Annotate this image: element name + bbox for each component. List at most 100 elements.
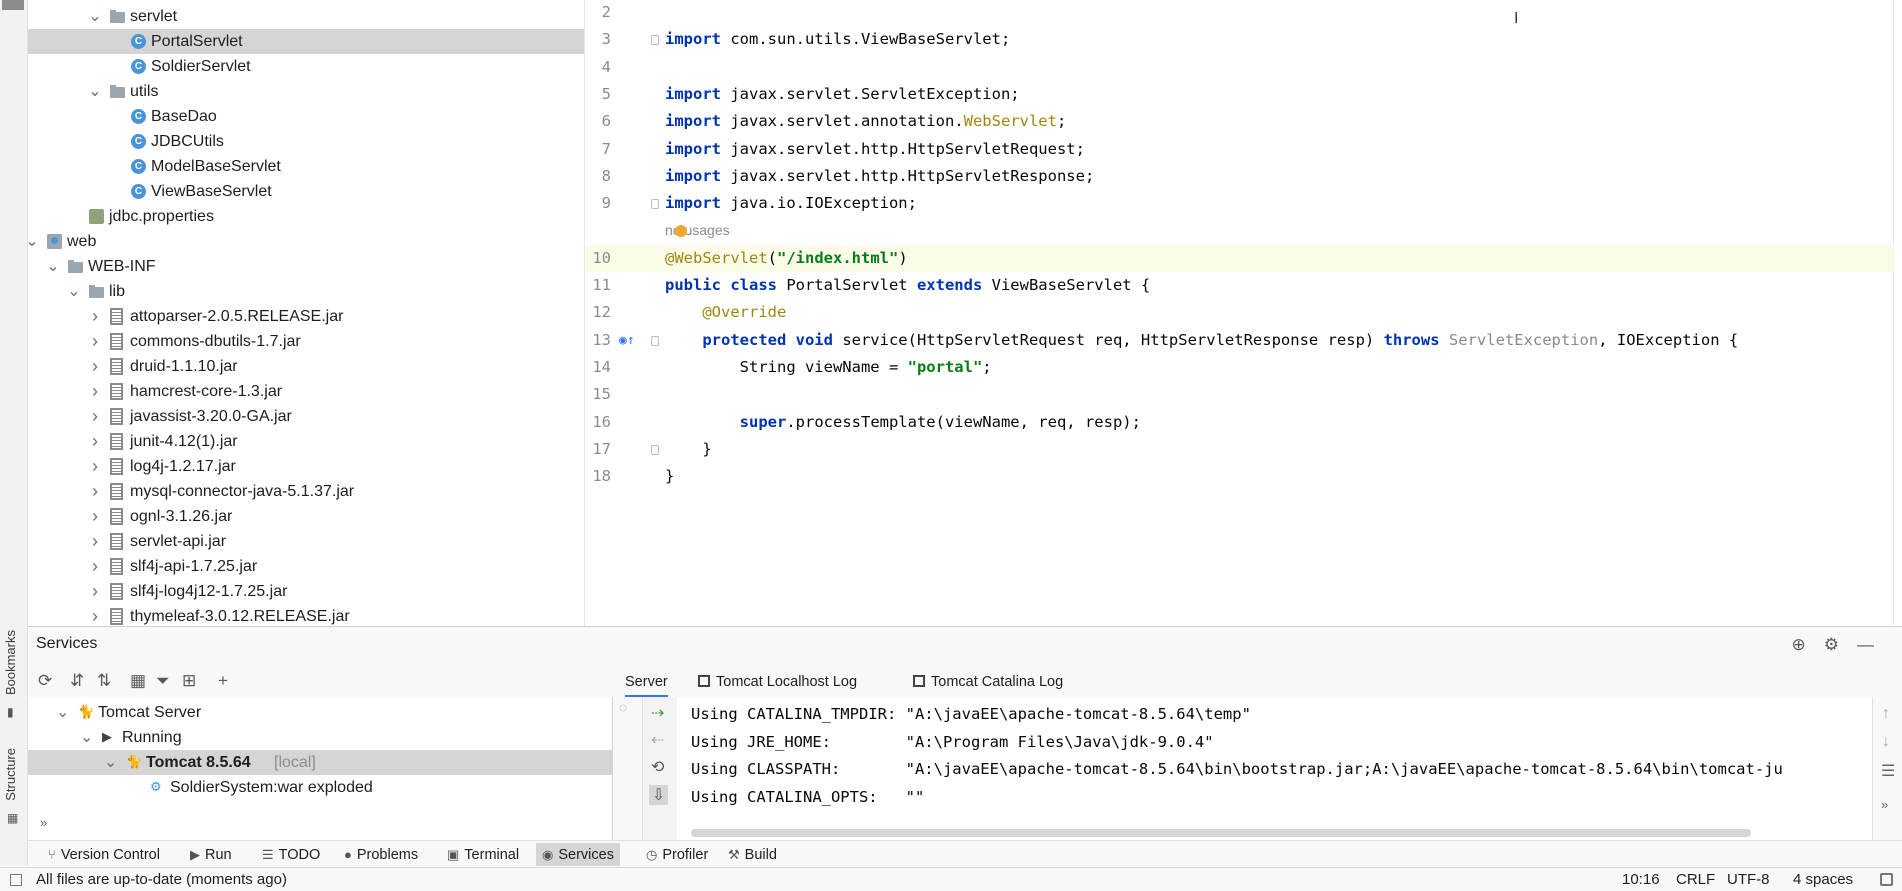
tool-tab-terminal[interactable]: ▣ Terminal bbox=[441, 843, 525, 866]
tree-item[interactable]: C ModelBaseServlet bbox=[28, 154, 584, 179]
status-message[interactable]: All files are up-to-date (moments ago) bbox=[36, 868, 287, 891]
code-line[interactable]: 13 protected void service(HttpServletReq… bbox=[585, 327, 1895, 354]
chevron-right-icon[interactable]: › bbox=[88, 379, 102, 404]
chevron-down-icon[interactable]: ⌄ bbox=[104, 750, 117, 775]
code-line[interactable]: 17 } bbox=[585, 436, 1895, 463]
service-item[interactable]: ⌄ 🐈 Tomcat Server bbox=[28, 700, 613, 725]
tree-item[interactable]: › slf4j-api-1.7.25.jar bbox=[28, 554, 584, 579]
fold-icon[interactable] bbox=[651, 444, 659, 455]
minimize-icon[interactable]: — bbox=[1857, 635, 1892, 654]
tree-item[interactable]: › mysql-connector-java-5.1.37.jar bbox=[28, 479, 584, 504]
tree-item[interactable]: C JDBCUtils bbox=[28, 129, 584, 154]
code-line[interactable]: 5 import javax.servlet.ServletException; bbox=[585, 81, 1895, 108]
collapse-all-icon[interactable]: ⇅ bbox=[97, 671, 111, 691]
code-line[interactable]: 4 bbox=[585, 54, 1895, 81]
indent-setting[interactable]: 4 spaces bbox=[1793, 868, 1853, 891]
tool-tab-profiler[interactable]: ◷ Profiler bbox=[640, 843, 714, 866]
chevron-right-icon[interactable]: › bbox=[88, 429, 102, 454]
code-line[interactable]: 9 import java.io.IOException; bbox=[585, 190, 1895, 217]
chevron-down-icon[interactable]: ⌄ bbox=[28, 229, 39, 254]
code-line[interactable]: 16 super.processTemplate(viewName, req, … bbox=[585, 409, 1895, 436]
chevron-right-icon[interactable]: › bbox=[88, 604, 102, 626]
tree-item[interactable]: › log4j-1.2.17.jar bbox=[28, 454, 584, 479]
override-icon[interactable]: ◉↑ bbox=[619, 327, 635, 354]
more-actions-icon[interactable]: » bbox=[40, 815, 47, 830]
filter-icon[interactable]: ⏷ bbox=[156, 671, 170, 691]
fold-icon[interactable] bbox=[651, 35, 659, 46]
tree-item[interactable]: C PortalServlet bbox=[28, 29, 584, 54]
new-tab-icon[interactable]: ⊞ bbox=[182, 671, 196, 691]
tool-tab-run[interactable]: ▶ Run bbox=[184, 843, 238, 866]
code-line[interactable]: 7 import javax.servlet.http.HttpServletRe… bbox=[585, 136, 1895, 163]
tree-item[interactable]: ⌄ utils bbox=[28, 79, 584, 104]
chevron-down-icon[interactable]: ⌄ bbox=[67, 279, 81, 304]
chevron-down-icon[interactable]: ⌄ bbox=[56, 700, 69, 725]
update-icon[interactable]: ⟲ bbox=[651, 757, 664, 777]
tree-item[interactable]: ⌄ servlet bbox=[28, 4, 584, 29]
chevron-right-icon[interactable]: › bbox=[88, 529, 102, 554]
chevron-down-icon[interactable]: ⌄ bbox=[80, 725, 93, 750]
tab-tomcat-localhost-log[interactable]: Tomcat Localhost Log bbox=[698, 667, 857, 697]
arrow-down-icon[interactable]: ↓ bbox=[1882, 733, 1890, 751]
tree-item[interactable]: › servlet-api.jar bbox=[28, 529, 584, 554]
code-line[interactable]: 6 import javax.servlet.annotation.WebServ… bbox=[585, 108, 1895, 135]
more-icon[interactable]: » bbox=[1881, 797, 1888, 812]
file-encoding[interactable]: UTF-8 bbox=[1727, 868, 1770, 891]
tool-tab-services[interactable]: ◉ Services bbox=[536, 843, 620, 866]
undeploy-icon[interactable]: ⇠ bbox=[651, 730, 664, 750]
tree-item[interactable]: ⌄ lib bbox=[28, 279, 584, 304]
chevron-right-icon[interactable]: › bbox=[88, 554, 102, 579]
tree-item[interactable]: C SoldierServlet bbox=[28, 54, 584, 79]
tree-item[interactable]: › druid-1.1.10.jar bbox=[28, 354, 584, 379]
line-separator[interactable]: CRLF bbox=[1676, 868, 1715, 891]
chevron-right-icon[interactable]: › bbox=[88, 404, 102, 429]
tree-item[interactable]: › thymeleaf-3.0.12.RELEASE.jar bbox=[28, 604, 584, 626]
tool-tab-build[interactable]: ⚒ Build bbox=[722, 843, 783, 866]
chevron-down-icon[interactable]: ⌄ bbox=[88, 79, 102, 104]
tree-item[interactable]: ⌄ WEB-INF bbox=[28, 254, 584, 279]
tree-item[interactable]: › junit-4.12(1).jar bbox=[28, 429, 584, 454]
chevron-down-icon[interactable]: ⌄ bbox=[88, 4, 102, 29]
console-hscrollbar[interactable] bbox=[691, 829, 1751, 837]
code-line[interactable]: 10 @WebServlet("/index.html") bbox=[585, 244, 1895, 272]
chevron-down-icon[interactable]: ⌄ bbox=[46, 254, 60, 279]
code-line[interactable]: 14 String viewName = "portal"; bbox=[585, 354, 1895, 381]
chevron-right-icon[interactable]: › bbox=[88, 304, 102, 329]
code-line[interactable]: 18} bbox=[585, 463, 1895, 490]
tool-tab-version-control[interactable]: ⑂ Version Control bbox=[42, 843, 166, 866]
fold-icon[interactable] bbox=[651, 199, 659, 210]
project-tool-button[interactable] bbox=[2, 0, 24, 10]
fold-icon[interactable] bbox=[651, 335, 659, 346]
tree-item[interactable]: C BaseDao bbox=[28, 104, 584, 129]
structure-icon[interactable]: ▦ bbox=[7, 812, 19, 824]
tree-item[interactable]: › attoparser-2.0.5.RELEASE.jar bbox=[28, 304, 584, 329]
locate-icon[interactable]: ⊕ bbox=[1792, 635, 1824, 654]
arrow-up-icon[interactable]: ↑ bbox=[1882, 705, 1890, 723]
tree-item[interactable]: › javassist-3.20.0-GA.jar bbox=[28, 404, 584, 429]
service-item[interactable]: ⚙ SoldierSystem:war exploded bbox=[28, 775, 613, 800]
caret-position[interactable]: 10:16 bbox=[1622, 868, 1660, 891]
tool-tab-todo[interactable]: ☰ TODO bbox=[256, 843, 326, 866]
code-line[interactable]: 2 bbox=[585, 0, 1895, 26]
chevron-right-icon[interactable]: › bbox=[88, 454, 102, 479]
tree-item[interactable]: C ViewBaseServlet bbox=[28, 179, 584, 204]
soft-wrap-icon[interactable]: ⇩ bbox=[649, 785, 669, 805]
code-line[interactable]: no usages bbox=[585, 217, 1895, 244]
deploy-icon[interactable]: ⇢ bbox=[651, 703, 664, 723]
tree-item[interactable]: › hamcrest-core-1.3.jar bbox=[28, 379, 584, 404]
bookmarks-tool-button[interactable]: Bookmarks bbox=[3, 630, 18, 695]
tree-item[interactable]: › commons-dbutils-1.7.jar bbox=[28, 329, 584, 354]
code-editor[interactable]: I 2 3 import com.sun.utils.ViewBaseServlet… bbox=[584, 0, 1902, 626]
toggle-tool-windows-icon[interactable] bbox=[10, 874, 22, 886]
code-line[interactable]: 15 bbox=[585, 381, 1895, 408]
chevron-right-icon[interactable]: › bbox=[88, 329, 102, 354]
service-item[interactable]: ⌄ 🐈 Tomcat 8.5.64 [local] bbox=[28, 750, 613, 775]
expand-all-icon[interactable]: ⇵ bbox=[70, 671, 84, 691]
chevron-right-icon[interactable]: › bbox=[88, 354, 102, 379]
gear-icon[interactable]: ⚙ bbox=[1824, 635, 1857, 654]
tab-tomcat-catalina-log[interactable]: Tomcat Catalina Log bbox=[913, 667, 1063, 697]
chevron-right-icon[interactable]: › bbox=[88, 504, 102, 529]
tree-item[interactable]: › slf4j-log4j12-1.7.25.jar bbox=[28, 579, 584, 604]
server-console[interactable]: ◌ ⇢ ⇠ ⟲ ⇩ ↑ ↓ ☰ » Using CATALINA_TMPDIR:… bbox=[613, 697, 1902, 841]
refresh-icon[interactable]: ⟳ bbox=[38, 671, 52, 691]
